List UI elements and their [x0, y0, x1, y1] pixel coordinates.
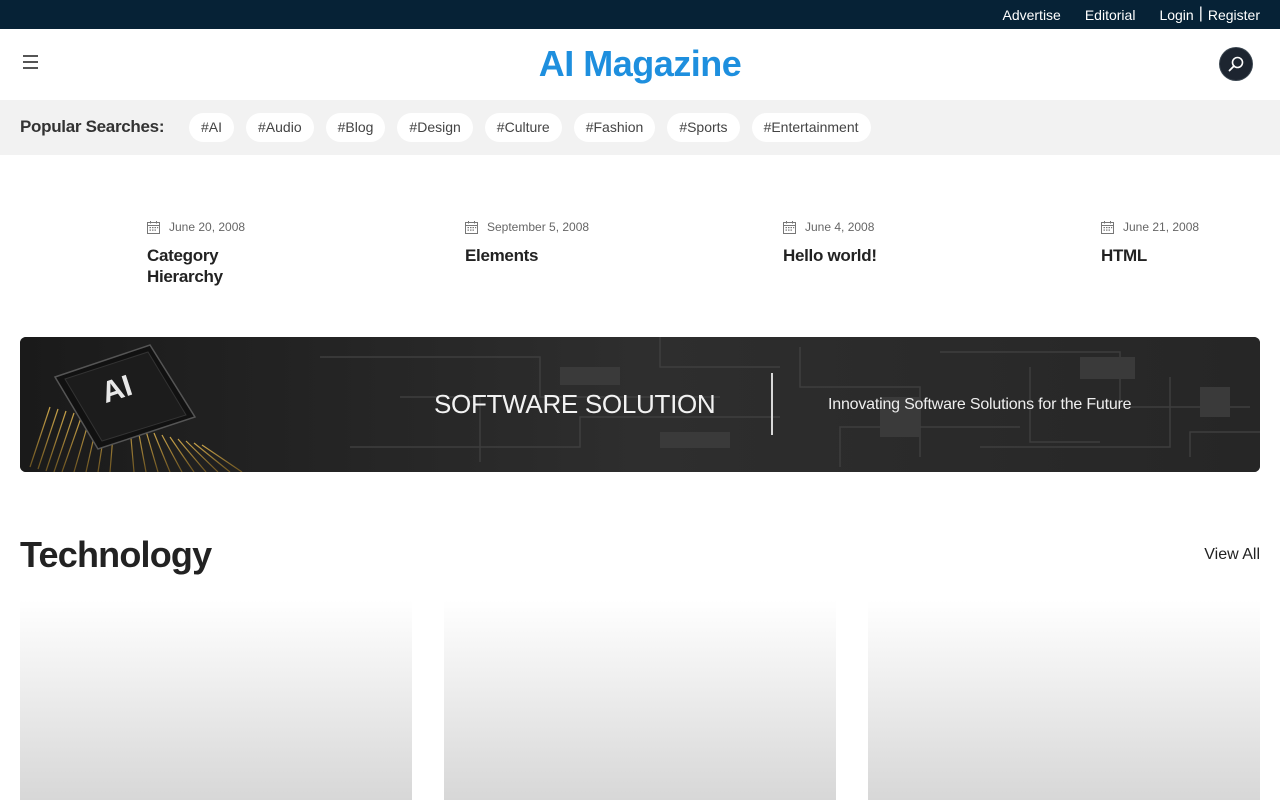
search-button[interactable] — [1220, 48, 1252, 80]
post-item: June 20, 2008 Category Hierarchy — [147, 218, 317, 287]
calendar-icon — [783, 220, 796, 234]
editorial-link[interactable]: Editorial — [1085, 7, 1136, 23]
technology-section-title: Technology — [20, 534, 212, 575]
register-link[interactable]: Register — [1208, 7, 1260, 23]
software-solution-banner[interactable]: SOFTWARE SOLUTION Innovating Software So… — [20, 337, 1260, 472]
post-date: June 21, 2008 — [1101, 218, 1271, 236]
search-icon — [1228, 56, 1244, 72]
view-all-link[interactable]: View All — [1204, 546, 1260, 564]
post-date-text: June 21, 2008 — [1123, 220, 1200, 234]
calendar-icon — [465, 220, 478, 234]
banner-tagline: Innovating Software Solutions for the Fu… — [828, 396, 1132, 413]
post-date-text: September 5, 2008 — [487, 220, 590, 234]
post-item: June 21, 2008 HTML — [1101, 218, 1271, 266]
tag-blog[interactable]: #Blog — [325, 113, 386, 142]
post-title[interactable]: HTML — [1101, 245, 1271, 266]
calendar-icon — [147, 220, 160, 234]
post-date: June 20, 2008 — [147, 218, 317, 236]
popular-searches-bar: Popular Searches: #AI #Audio #Blog #Desi… — [0, 100, 1280, 155]
banner-headline: SOFTWARE SOLUTION — [434, 389, 716, 419]
post-date-text: June 4, 2008 — [805, 220, 875, 234]
login-link[interactable]: Login — [1159, 7, 1193, 23]
post-date: September 5, 2008 — [465, 218, 635, 236]
post-title[interactable]: Category Hierarchy — [147, 245, 247, 287]
post-title[interactable]: Elements — [465, 245, 635, 266]
popular-tags: #AI #Audio #Blog #Design #Culture #Fashi… — [189, 113, 883, 142]
post-date: June 4, 2008 — [783, 218, 953, 236]
technology-card-image[interactable] — [20, 600, 412, 800]
post-item: June 4, 2008 Hello world! — [783, 218, 953, 266]
post-date-text: June 20, 2008 — [169, 220, 246, 234]
tag-audio[interactable]: #Audio — [246, 113, 314, 142]
post-item: September 5, 2008 Elements — [465, 218, 635, 266]
banner-divider — [771, 373, 773, 435]
site-logo[interactable]: AI Magazine — [0, 43, 1280, 85]
tag-ai[interactable]: #AI — [189, 113, 235, 142]
login-register-separator: | — [1198, 4, 1203, 22]
technology-card-image[interactable] — [444, 600, 836, 800]
post-title[interactable]: Hello world! — [783, 245, 953, 266]
top-bar: Advertise Editorial Login | Register — [0, 0, 1280, 29]
technology-card-image[interactable] — [868, 600, 1260, 800]
popular-searches-title: Popular Searches: — [20, 117, 165, 136]
tag-sports[interactable]: #Sports — [667, 113, 740, 142]
tag-fashion[interactable]: #Fashion — [573, 113, 656, 142]
site-header: AI Magazine — [0, 29, 1280, 100]
tag-culture[interactable]: #Culture — [484, 113, 562, 142]
top-links: Advertise Editorial Login | Register — [1002, 0, 1260, 29]
tag-entertainment[interactable]: #Entertainment — [751, 113, 871, 142]
calendar-icon — [1101, 220, 1114, 234]
tag-design[interactable]: #Design — [397, 113, 473, 142]
advertise-link[interactable]: Advertise — [1002, 7, 1060, 23]
